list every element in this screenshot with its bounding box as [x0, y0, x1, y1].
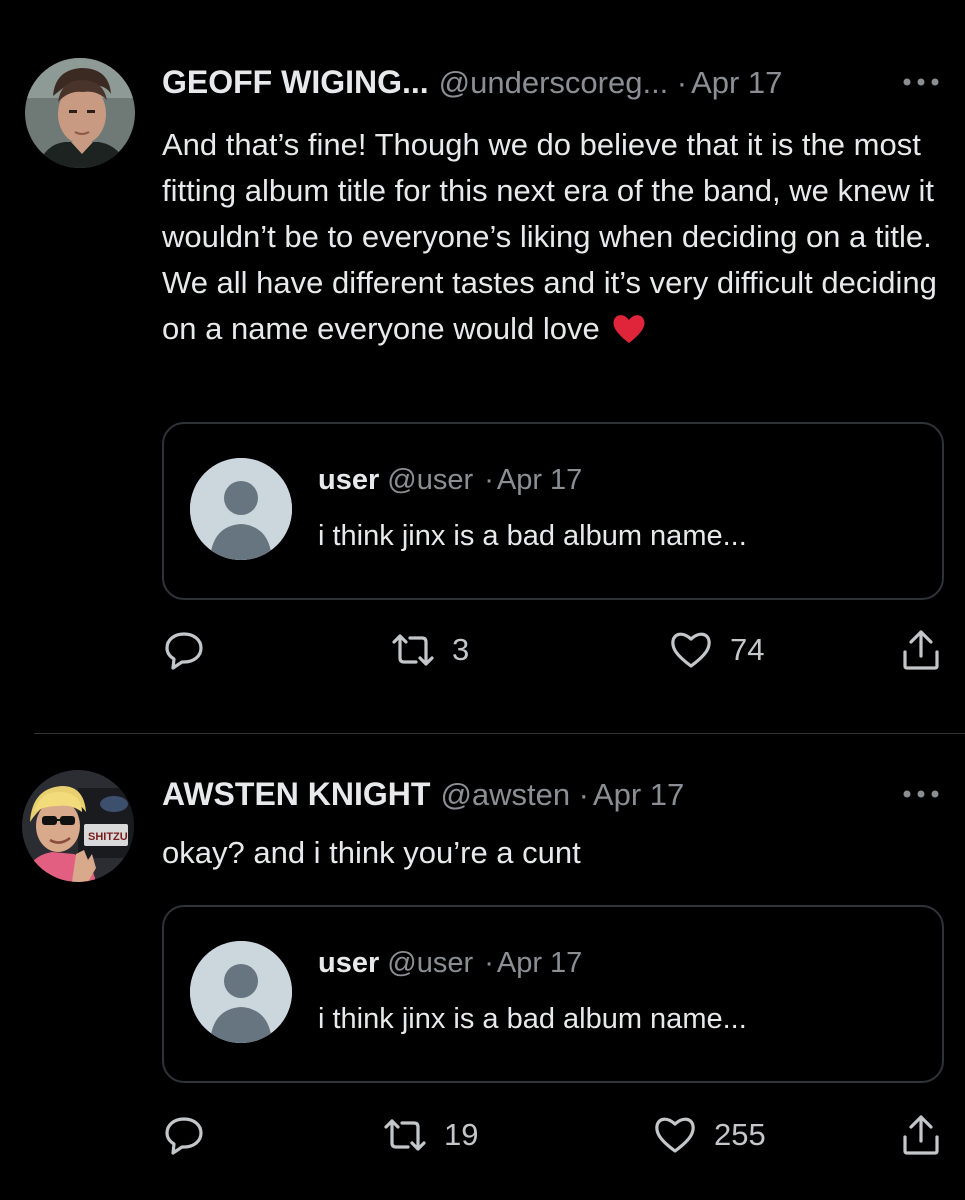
share-button[interactable] — [900, 1110, 942, 1160]
more-icon — [903, 790, 939, 798]
like-button[interactable]: 255 — [652, 1110, 766, 1160]
more-options-button[interactable] — [901, 784, 941, 804]
quoted-tweet[interactable]: user @user · Apr 17 i think jinx is a bad … — [162, 905, 944, 1083]
like-count: 255 — [714, 1117, 766, 1152]
user-handle[interactable]: @awsten — [440, 777, 570, 812]
retweet-icon — [384, 1119, 426, 1151]
quoted-user-handle[interactable]: @user — [387, 947, 473, 979]
separator-dot: · — [578, 777, 589, 812]
tweet-header: AWSTEN KNIGHT @awsten · Apr 17 — [162, 776, 684, 816]
tweet[interactable]: SHITZU AWSTEN KNIGHT @awsten · Apr 17 okay… — [0, 0, 965, 1200]
svg-text:SHITZU: SHITZU — [88, 831, 128, 843]
default-avatar-icon[interactable] — [190, 941, 292, 1043]
quoted-display-name[interactable]: user — [318, 947, 379, 979]
reply-icon — [165, 1117, 203, 1155]
tweet-text: okay? and i think you’re a cunt — [162, 835, 581, 870]
timestamp[interactable]: Apr 17 — [593, 777, 684, 812]
tweet-actions: 19 255 — [0, 1110, 965, 1160]
retweet-count: 19 — [444, 1117, 479, 1152]
quoted-tweet-text: i think jinx is a bad album name... — [318, 1003, 747, 1035]
reply-button[interactable] — [162, 1110, 222, 1160]
display-name[interactable]: AWSTEN KNIGHT — [162, 776, 430, 812]
share-icon — [903, 1115, 939, 1155]
separator-dot: · — [484, 947, 494, 979]
retweet-button[interactable]: 19 — [382, 1110, 478, 1160]
like-icon — [655, 1117, 695, 1153]
avatar[interactable]: SHITZU — [22, 770, 134, 882]
quoted-tweet-header: user @user · Apr 17 — [318, 947, 582, 980]
quoted-timestamp: Apr 17 — [496, 947, 583, 979]
